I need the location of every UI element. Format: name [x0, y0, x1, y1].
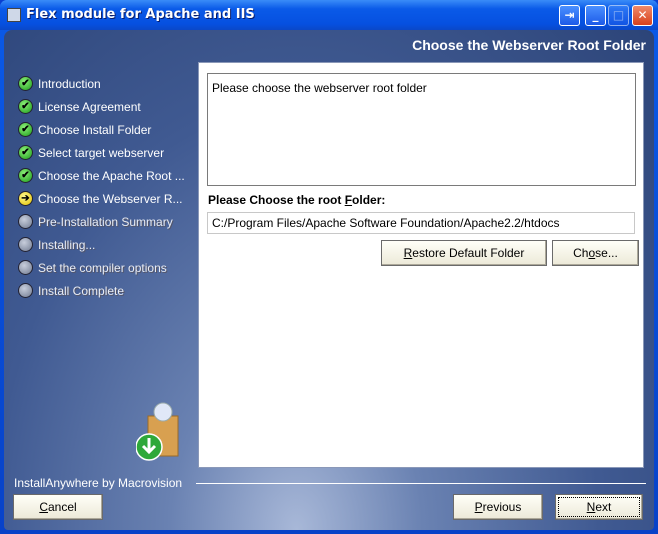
- pending-circle-icon: [18, 214, 33, 229]
- step-item: Install Complete: [18, 279, 185, 302]
- installer-body: Choose the Webserver Root Folder ✔ Introd…: [4, 30, 654, 530]
- folder-label-mnemonic: F: [344, 193, 353, 207]
- pending-circle-icon: [18, 260, 33, 275]
- arrow-right-icon: ➔: [18, 191, 33, 206]
- brand-label: InstallAnywhere by Macrovision: [14, 476, 183, 490]
- maximize-button[interactable]: □: [608, 5, 629, 26]
- step-item: Installing...: [18, 233, 185, 256]
- minimize-button[interactable]: _: [585, 5, 606, 26]
- step-label: Install Complete: [38, 283, 125, 298]
- check-icon: ✔: [18, 145, 33, 160]
- check-icon: ✔: [18, 99, 33, 114]
- footer-divider: [196, 483, 646, 484]
- cancel-button[interactable]: Cancel: [13, 494, 103, 520]
- label: estore Default Folder: [412, 246, 525, 260]
- label-end: se...: [595, 246, 618, 260]
- step-item: ✔ Choose the Apache Root ...: [18, 164, 185, 187]
- installer-window: Flex module for Apache and IIS ⇥ _ □ ✕ C…: [0, 0, 658, 534]
- content-panel: Please choose the webserver root folder …: [198, 62, 644, 468]
- label: ext: [595, 500, 612, 514]
- step-label: Pre-Installation Summary: [38, 214, 173, 229]
- previous-button[interactable]: Previous: [453, 494, 543, 520]
- check-icon: ✔: [18, 76, 33, 91]
- step-item: ✔ Introduction: [18, 72, 185, 95]
- folder-label-text: Please Choose the root: [208, 193, 345, 207]
- label: Ch: [573, 246, 589, 260]
- step-label: Select target webserver: [38, 145, 165, 160]
- step-label: License Agreement: [38, 99, 141, 114]
- step-label: Choose the Apache Root ...: [38, 168, 185, 183]
- window-title: Flex module for Apache and IIS: [26, 7, 255, 22]
- folder-label: Please Choose the root Folder:: [208, 193, 385, 207]
- step-item: ➔ Choose the Webserver R...: [18, 187, 185, 210]
- restore-app-button[interactable]: ⇥: [559, 5, 580, 26]
- description-box: Please choose the webserver root folder: [207, 73, 636, 186]
- step-label: Choose the Webserver R...: [38, 191, 183, 206]
- step-list: ✔ Introduction ✔ License Agreement ✔ Choose I…: [18, 72, 185, 302]
- choose-folder-button[interactable]: Chose...: [552, 240, 639, 266]
- step-label: Introduction: [38, 76, 101, 91]
- root-folder-input[interactable]: [207, 212, 635, 234]
- install-package-icon: [136, 402, 179, 461]
- close-button[interactable]: ✕: [632, 5, 653, 26]
- pending-circle-icon: [18, 237, 33, 252]
- step-label: Set the compiler options: [38, 260, 167, 275]
- label: ancel: [47, 500, 77, 514]
- mnemonic: P: [474, 500, 483, 514]
- installer-icon: [7, 8, 21, 22]
- step-item: Pre-Installation Summary: [18, 210, 185, 233]
- step-label: Choose Install Folder: [38, 122, 152, 137]
- restore-default-folder-button[interactable]: Restore Default Folder: [381, 240, 547, 266]
- step-item: ✔ Choose Install Folder: [18, 118, 185, 141]
- next-button[interactable]: Next: [555, 494, 643, 520]
- label: revious: [482, 500, 522, 514]
- title-bar[interactable]: Flex module for Apache and IIS ⇥ _ □ ✕: [0, 0, 658, 30]
- mnemonic: C: [39, 500, 48, 514]
- page-title: Choose the Webserver Root Folder: [412, 37, 646, 53]
- step-item: ✔ License Agreement: [18, 95, 185, 118]
- mnemonic: R: [403, 246, 413, 260]
- check-icon: ✔: [18, 122, 33, 137]
- step-item: Set the compiler options: [18, 256, 185, 279]
- step-item: ✔ Select target webserver: [18, 141, 185, 164]
- check-icon: ✔: [18, 168, 33, 183]
- step-label: Installing...: [38, 237, 96, 252]
- pending-circle-icon: [18, 283, 33, 298]
- folder-label-text-end: older:: [352, 193, 386, 207]
